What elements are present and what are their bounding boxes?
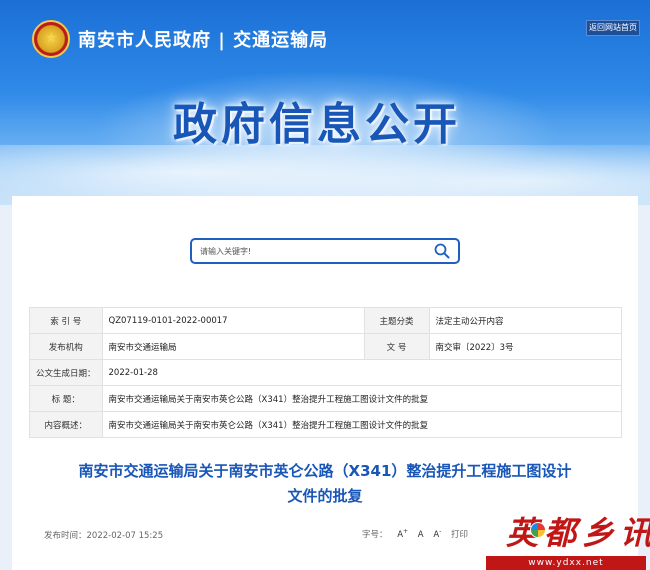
watermark-logo-icon: [530, 522, 546, 538]
created-date-label: 公文生成日期：: [29, 359, 103, 386]
document-title-line-2: 文件的批复: [287, 487, 363, 505]
font-size-label: 字号：: [362, 530, 388, 540]
publisher-label: 发布机构: [29, 333, 103, 360]
national-emblem-icon: ★: [32, 20, 70, 58]
font-size-controls: 字号： A+ A A-: [362, 528, 441, 540]
search-box: [190, 238, 460, 264]
search-input[interactable]: [200, 243, 420, 260]
title-label: 标 题：: [29, 385, 103, 412]
table-row: 索 引 号 QZ07119-0101-2022-00017 主题分类 法定主动公…: [29, 307, 623, 334]
document-title-line-1: 南安市交通运输局关于南安市英仑公路（X341）整治提升工程施工图设计: [78, 462, 572, 480]
site-title: 南安市人民政府 | 交通运输局: [78, 30, 329, 51]
back-to-home-button[interactable]: 返回网站首页: [586, 20, 640, 36]
banner-title: 政府信息公开: [173, 99, 461, 150]
summary-label: 内容概述：: [29, 411, 103, 438]
doc-number-label: 文 号: [363, 333, 430, 360]
doc-number-value: 南交审〔2022〕3号: [428, 333, 623, 360]
publish-date: 发布时间：2022-02-07 15:25: [44, 531, 164, 541]
table-row: 发布机构 南安市交通运输局 文 号 南交审〔2022〕3号: [29, 333, 623, 360]
category-label: 主题分类: [363, 307, 430, 334]
document-title: 南安市交通运输局关于南安市英仑公路（X341）整治提升工程施工图设计 文件的批复: [40, 459, 610, 509]
site-watermark: 英都乡讯 www.ydxx.net: [478, 508, 650, 570]
category-value: 法定主动公开内容: [428, 307, 623, 334]
index-label: 索 引 号: [29, 307, 103, 334]
table-row: 标 题： 南安市交通运输局关于南安市英仑公路（X341）整治提升工程施工图设计文…: [29, 385, 623, 412]
index-value: QZ07119-0101-2022-00017: [101, 307, 365, 334]
watermark-url: www.ydxx.net: [486, 556, 646, 570]
table-row: 公文生成日期： 2022-01-28: [29, 359, 623, 386]
font-size-large-button[interactable]: A+: [397, 528, 408, 540]
font-size-medium-button[interactable]: A: [418, 530, 424, 540]
print-button[interactable]: 打印: [451, 528, 468, 540]
search-icon[interactable]: [434, 243, 450, 259]
document-info-table: 索 引 号 QZ07119-0101-2022-00017 主题分类 法定主动公…: [29, 307, 623, 438]
summary-value: 南安市交通运输局关于南安市英仑公路（X341）整治提升工程施工图设计文件的批复: [101, 411, 623, 438]
table-row: 内容概述： 南安市交通运输局关于南安市英仑公路（X341）整治提升工程施工图设计…: [29, 411, 623, 438]
font-size-small-button[interactable]: A-: [433, 528, 441, 540]
created-date-value: 2022-01-28: [101, 359, 623, 386]
title-value: 南安市交通运输局关于南安市英仑公路（X341）整治提升工程施工图设计文件的批复: [101, 385, 623, 412]
publisher-value: 南安市交通运输局: [101, 333, 365, 360]
watermark-text: 英都乡讯: [506, 514, 650, 552]
